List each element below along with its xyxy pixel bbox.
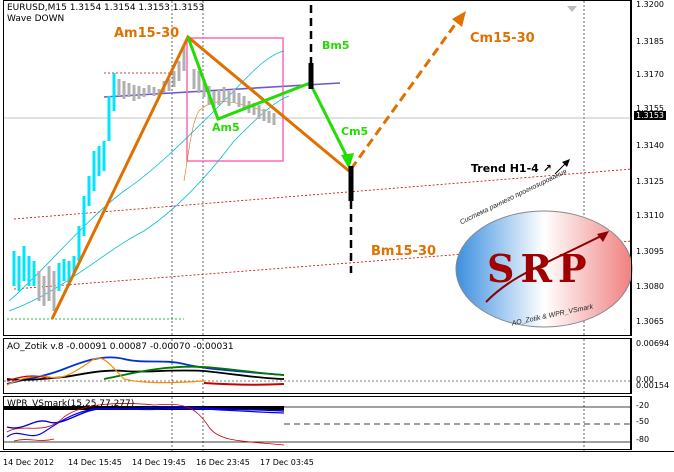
time-tick: 16 Dec 23:45 bbox=[196, 458, 250, 467]
time-tick: 14 Dec 15:45 bbox=[68, 458, 122, 467]
price-tick: 1.3080 bbox=[636, 282, 664, 291]
annotation-cm15-30: Cm15-30 bbox=[470, 31, 535, 46]
price-tick: 1.3110 bbox=[636, 211, 664, 220]
price-tick: 1.3200 bbox=[636, 0, 664, 9]
time-axis: 14 Dec 2012 14 Dec 15:45 14 Dec 19:45 16… bbox=[0, 451, 674, 472]
price-axis: 1.3200 1.3185 1.3170 1.3155 1.3140 1.312… bbox=[631, 0, 674, 336]
ao-tick: 0.00694 bbox=[636, 339, 670, 348]
annotation-am5: Am5 bbox=[212, 121, 240, 134]
symbol-label: EURUSD,M15 1.3154 1.3154 1.3153 1.3153 bbox=[7, 3, 205, 13]
annotation-cm5: Cm5 bbox=[341, 125, 369, 138]
price-tick: 1.3185 bbox=[636, 37, 664, 46]
price-pane[interactable]: EURUSD,M15 1.3154 1.3154 1.3153 1.3153 W… bbox=[3, 0, 633, 337]
price-tick: 1.3065 bbox=[636, 317, 664, 326]
time-tick: 17 Dec 03:45 bbox=[260, 458, 314, 467]
time-tick: 14 Dec 2012 bbox=[3, 458, 55, 467]
annotation-bm5: Bm5 bbox=[322, 39, 350, 52]
price-tick: 1.3140 bbox=[636, 141, 664, 150]
annotation-trend: Trend H1-4 ↗ bbox=[471, 162, 552, 175]
ao-indicator-pane[interactable]: AO_Zotik v.8 -0.00091 0.00087 -0.00070 -… bbox=[3, 338, 632, 395]
ao-tick: 0.00154 bbox=[636, 381, 670, 390]
wpr-tick: -80 bbox=[636, 435, 650, 444]
price-tick: 1.3170 bbox=[636, 70, 664, 79]
wpr-indicator-pane[interactable]: WPR_VSmark(15,25,77,277) bbox=[3, 396, 632, 451]
wpr-tick: -50 bbox=[636, 417, 650, 426]
time-tick: 14 Dec 19:45 bbox=[132, 458, 186, 467]
wpr-axis: -20 -50 -80 bbox=[631, 396, 674, 450]
wpr-pane-label: WPR_VSmark(15,25,77,277) bbox=[7, 399, 135, 409]
price-tick: 1.3095 bbox=[636, 247, 664, 256]
current-price-box: 1.3153 bbox=[634, 111, 666, 120]
annotation-am15-30: Am15-30 bbox=[114, 26, 180, 41]
srp-logo: SRP Система раннего прогнозирования AO_Z… bbox=[451, 168, 637, 332]
chart-window: EURUSD,M15 1.3154 1.3154 1.3153 1.3153 W… bbox=[0, 0, 674, 472]
srp-logo-text: SRP bbox=[487, 246, 593, 291]
ao-pane-label: AO_Zotik v.8 -0.00091 0.00087 -0.00070 -… bbox=[7, 342, 234, 352]
annotation-bm15-30: Bm15-30 bbox=[371, 244, 437, 259]
price-tick: 1.3125 bbox=[636, 177, 664, 186]
ao-axis: 0.00694 0.00 0.00154 bbox=[631, 338, 674, 394]
wpr-tick: -20 bbox=[636, 401, 650, 410]
wave-label: Wave DOWN bbox=[7, 14, 65, 24]
